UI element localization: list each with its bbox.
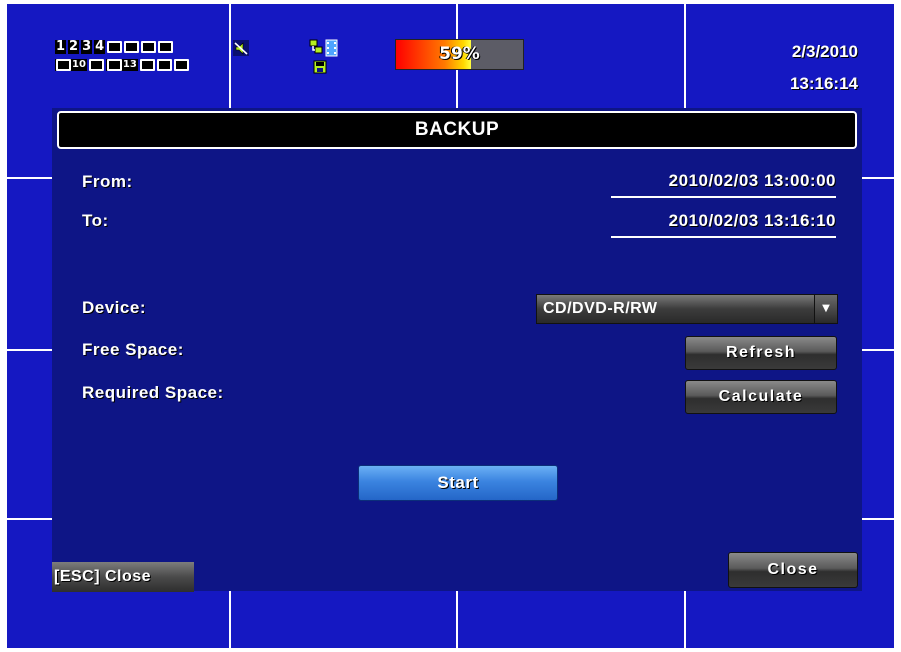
dvr-screen: 1 2 3 4 10 13 59% 2/3/2010 13:16:14 BACK… (7, 4, 894, 648)
start-button[interactable]: Start (358, 465, 558, 501)
esc-close-hint: [ESC] Close (52, 562, 194, 592)
hdd-usage-label: 59% (439, 44, 480, 64)
channel-number: 10 (72, 59, 86, 70)
channel-number: 1 (55, 39, 67, 54)
dialog-title: BACKUP (57, 111, 857, 149)
channel-number: 4 (94, 39, 106, 54)
device-select[interactable]: CD/DVD-R/RW ▼ (536, 294, 838, 324)
channel-box-icon (158, 41, 174, 53)
from-datetime-field[interactable]: 2010/02/03 13:00:00 (611, 168, 836, 198)
channel-box-icon (156, 59, 172, 71)
calculate-button[interactable]: Calculate (685, 380, 837, 414)
channel-status-row-1: 1 2 3 4 (55, 39, 174, 54)
channel-box-icon (88, 59, 104, 71)
refresh-button[interactable]: Refresh (685, 336, 837, 370)
channel-box-icon (56, 59, 71, 71)
to-label: To: (82, 211, 109, 230)
channel-box-icon (106, 59, 122, 71)
channel-status-row-2: 10 13 (55, 58, 189, 72)
required-space-label: Required Space: (82, 383, 224, 402)
channel-box-icon (141, 41, 157, 53)
chevron-down-icon[interactable]: ▼ (814, 295, 837, 323)
channel-number: 3 (81, 39, 93, 54)
backup-dialog: BACKUP From: 2010/02/03 13:00:00 To: 201… (52, 108, 862, 592)
channel-box-icon (124, 41, 140, 53)
channel-box-icon (173, 59, 189, 71)
channel-number: 13 (122, 59, 137, 70)
channel-box-icon (107, 41, 123, 53)
date-display: 2/3/2010 (791, 42, 858, 61)
channel-box-icon (139, 59, 155, 71)
floppy-icon (313, 60, 327, 74)
film-icon (325, 39, 338, 57)
channel-number: 2 (68, 39, 80, 54)
time-display: 13:16:14 (789, 74, 858, 93)
close-button[interactable]: Close (728, 552, 858, 588)
hdd-usage-bar: 59% (395, 39, 524, 70)
free-space-label: Free Space: (82, 340, 184, 359)
from-label: From: (82, 172, 133, 191)
speaker-muted-icon (233, 40, 249, 56)
network-icon (309, 39, 323, 54)
device-label: Device: (82, 298, 146, 317)
channel-indicator: 10 (55, 59, 87, 71)
to-datetime-field[interactable]: 2010/02/03 13:16:10 (611, 208, 836, 238)
channel-indicator: 13 (105, 59, 138, 71)
device-select-value: CD/DVD-R/RW (543, 300, 658, 317)
